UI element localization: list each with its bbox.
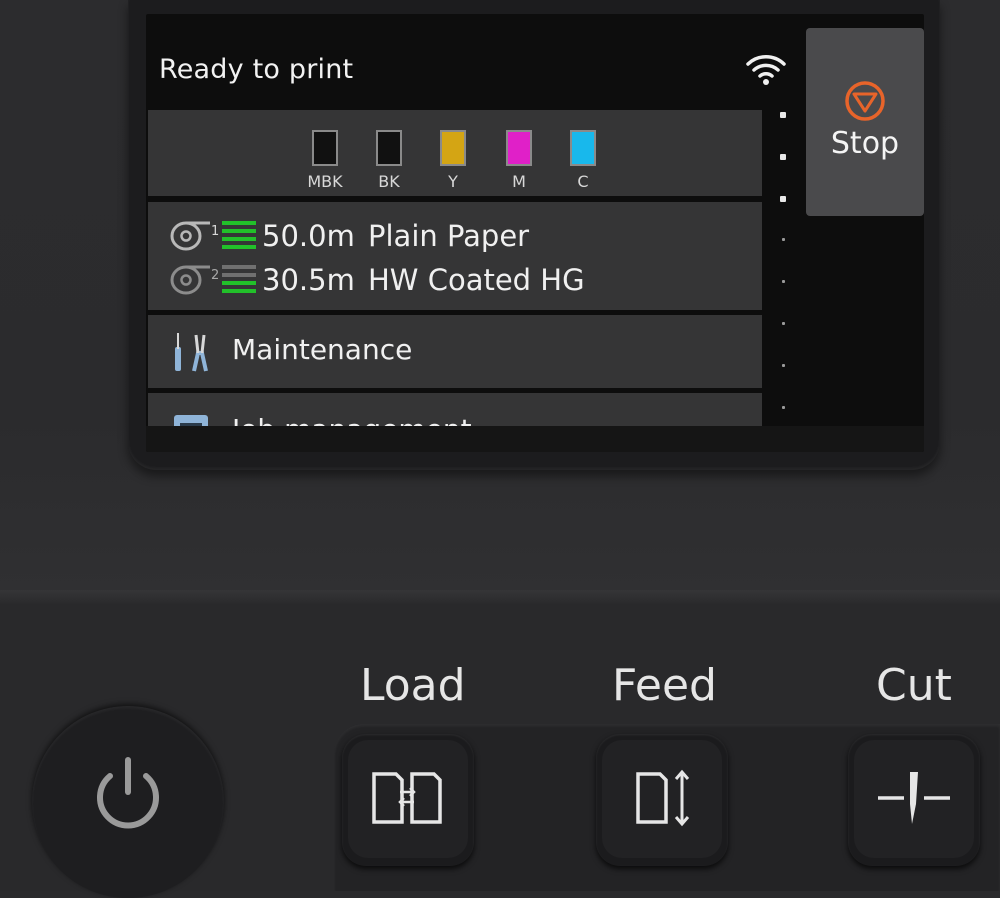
roll-number: 1	[211, 224, 219, 239]
roll-2-line: 2 30.5m HW Coated HG	[170, 260, 585, 300]
scroll-dot	[782, 322, 785, 325]
scroll-dot	[782, 238, 785, 241]
menu-item-maintenance[interactable]: Maintenance	[148, 315, 762, 388]
level-bar	[222, 265, 256, 269]
roll-level-meter	[222, 265, 256, 293]
ink-label: MBK	[307, 172, 343, 191]
ink-status-panel[interactable]: MBK BK Y M C	[148, 110, 762, 196]
ink-label: M	[512, 172, 526, 191]
ink-tank-mbk	[312, 130, 338, 166]
feed-label: Feed	[612, 660, 717, 711]
scroll-dot	[780, 112, 786, 118]
scroll-dot	[780, 196, 786, 202]
load-label: Load	[360, 660, 466, 711]
stop-icon	[845, 81, 885, 121]
roll-media-type: Plain Paper	[368, 219, 530, 253]
paper-roll-icon: 1	[170, 221, 219, 251]
feed-button[interactable]	[596, 734, 728, 866]
touch-screen: Ready to print Stop MBK BK Y M C 1 50.0m…	[146, 14, 924, 452]
feed-icon	[636, 769, 690, 827]
ink-tank-bk	[376, 130, 402, 166]
scroll-dot	[780, 154, 786, 160]
roll-media-type: HW Coated HG	[368, 263, 585, 297]
cut-button[interactable]	[848, 734, 980, 866]
cut-label: Cut	[876, 660, 952, 711]
roll-number: 2	[211, 268, 219, 283]
ink-tank-m	[506, 130, 532, 166]
level-bar	[222, 237, 256, 241]
cut-icon	[878, 772, 950, 824]
tools-icon	[175, 333, 208, 372]
stop-label: Stop	[830, 126, 900, 161]
ink-tank-y	[440, 130, 466, 166]
load-button[interactable]	[342, 734, 474, 866]
ink-tank-c	[570, 130, 596, 166]
ink-label: BK	[378, 172, 400, 191]
scroll-dot	[782, 280, 785, 283]
level-bar	[222, 221, 256, 225]
ink-label: Y	[448, 172, 458, 191]
ink-label: C	[577, 172, 589, 191]
stop-button[interactable]: Stop	[806, 28, 924, 216]
roll-level-meter	[222, 221, 256, 249]
screen-footer-strip	[146, 426, 924, 452]
roll-length: 50.0m	[262, 219, 355, 253]
level-bar	[222, 289, 256, 293]
scroll-dot	[782, 364, 785, 367]
power-icon	[97, 757, 159, 829]
status-title: Ready to print	[159, 54, 354, 85]
level-bar	[222, 273, 256, 277]
wifi-icon	[746, 55, 786, 85]
load-icon	[372, 772, 442, 824]
maintenance-label: Maintenance	[232, 333, 413, 366]
level-bar	[222, 281, 256, 285]
panel-divider	[0, 590, 1000, 604]
level-bar	[222, 229, 256, 233]
roll-1-line: 1 50.0m Plain Paper	[170, 216, 529, 256]
roll-length: 30.5m	[262, 263, 355, 297]
level-bar	[222, 245, 256, 249]
paper-roll-icon: 2	[170, 265, 219, 295]
scroll-dot	[782, 406, 785, 409]
paper-status-panel[interactable]: 1 50.0m Plain Paper 2 30.5m HW Coated HG	[148, 202, 762, 310]
scroll-indicator[interactable]	[778, 112, 788, 432]
